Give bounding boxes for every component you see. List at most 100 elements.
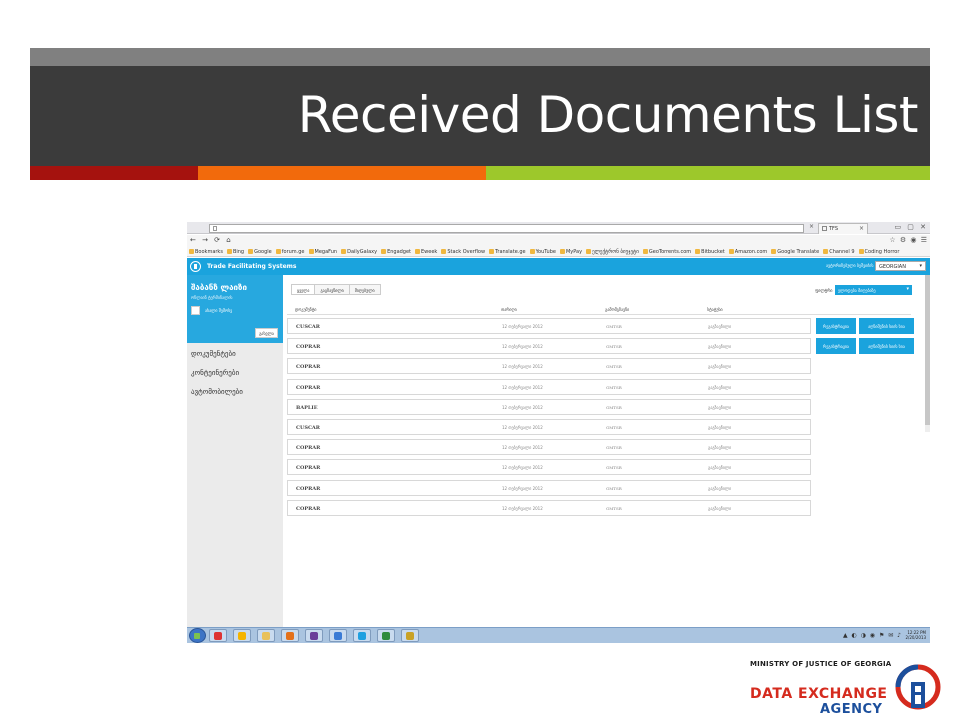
network-icon[interactable] [329, 629, 347, 642]
bookmark-item[interactable]: Google Translate [771, 249, 819, 255]
bookmarks-bar: Bookmarks Bing Google forum.ge MegaFun DailyG… [187, 247, 930, 257]
table-row: COPRAR 12 თებერვალი 2012 GMTSR გაგზავნილი რე… [287, 338, 914, 355]
document-sender: GMTSR [606, 465, 622, 471]
sidebar-item-containers[interactable]: კონტეინერები [191, 369, 243, 388]
bookmark-item[interactable]: Bitbucket [695, 249, 725, 255]
browser-tab[interactable]: TFS × [818, 223, 868, 234]
bookmark-icon [529, 249, 535, 254]
bookmark-item[interactable]: Engadget [381, 249, 411, 255]
window-controls[interactable]: ▭ ▢ ✕ [894, 223, 928, 231]
document-row[interactable]: COPRAR 12 თებერვალი 2012 GMTSR გაგზავნილი [287, 338, 811, 355]
document-list: CUSCAR 12 თებერვალი 2012 GMTSR გაგზავნილი რე… [287, 318, 914, 520]
bookmark-item[interactable]: forum.ge [275, 249, 305, 255]
powerpoint-icon[interactable] [281, 629, 299, 642]
bookmark-icon [415, 249, 421, 254]
register-button[interactable]: რეგისტრაცია [816, 338, 856, 355]
ministry-label: MINISTRY OF JUSTICE OF GEORGIA [750, 660, 892, 668]
notepad-icon[interactable] [401, 629, 419, 642]
document-row[interactable]: COPRAR 12 თებერვალი 2012 GMTSR გაგზავნილი [287, 479, 811, 496]
register-button[interactable]: რეგისტრაცია [816, 318, 856, 334]
main-content: ყველა გაგზავნილი მიღებული ფილტრი ელოდება… [283, 275, 930, 627]
bookmark-label: Bitbucket [701, 248, 725, 255]
column-header-date[interactable]: თარიღი [501, 307, 517, 312]
tab-favicon [822, 226, 827, 231]
system-tray[interactable]: ▲ ◐ ◑ ◉ ⚑ ✉ ♪ [843, 632, 902, 639]
taskbar-app-glyph [238, 632, 246, 640]
bookmark-item[interactable]: Amazon.com [728, 249, 767, 255]
language-select[interactable]: GEORGIAN ▾ [875, 261, 926, 271]
bookmark-item[interactable]: ელექტრონ ბიუჯეტი [586, 249, 639, 255]
extension-icons[interactable]: ☆ ⚙ ◉ ☰ [889, 236, 928, 244]
sidebar-item-documents[interactable]: დოკუმენტები [191, 350, 243, 369]
start-button[interactable] [189, 628, 206, 643]
document-type: CUSCAR [296, 424, 320, 431]
document-row[interactable]: COPRAR 12 თებერვალი 2012 GMTSR გაგზავნილი [287, 439, 811, 456]
reject-list-button[interactable]: აღნიშვნის სიის სია [859, 338, 914, 355]
column-header-document[interactable]: დოკუმენტი [295, 307, 316, 312]
document-status: გაგზავნილი [708, 505, 732, 511]
close-icon[interactable]: × [859, 225, 864, 232]
bookmark-item[interactable]: DailyGalaxy [341, 249, 377, 255]
document-row[interactable]: COPRAR 12 თებერვალი 2012 GMTSR გაგზავნილი [287, 459, 811, 476]
document-type: COPRAR [296, 465, 321, 472]
bookmark-icon [308, 249, 314, 254]
bookmark-item[interactable]: Bookmarks [189, 249, 223, 255]
bookmark-label: YouTube [535, 248, 556, 255]
windows-icon[interactable] [209, 629, 227, 642]
bookmark-icon [642, 249, 648, 254]
status-filter-label: ფილტრი [815, 288, 833, 293]
bookmark-item[interactable]: Coding Horror [858, 249, 899, 255]
tab-close-icon[interactable]: × [809, 223, 814, 230]
column-header-sender[interactable]: გამომგზავნი [605, 307, 629, 312]
bookmark-label: Google Translate [777, 248, 820, 255]
tab-all[interactable]: ყველა [291, 284, 316, 295]
document-row[interactable]: COPRAR 12 თებერვალი 2012 GMTSR გაგზავნილი [287, 358, 811, 375]
vertical-scrollbar[interactable] [925, 275, 930, 432]
document-row[interactable]: CUSCAR 12 თებერვალი 2012 GMTSR გაგზავნილი [287, 418, 811, 435]
bookmark-item[interactable]: MyPay [559, 249, 582, 255]
taskbar-app-glyph [382, 632, 390, 640]
table-row: CUSCAR 12 თებერვალი 2012 GMTSR გაგზავნილი [287, 418, 914, 435]
taskbar-app-glyph [358, 632, 366, 640]
document-date: 12 თებერვალი 2012 [502, 485, 543, 491]
explorer-icon[interactable] [257, 629, 275, 642]
document-row[interactable]: CUSCAR 12 თებერვალი 2012 GMTSR გაგზავნილი [287, 318, 811, 334]
table-row: COPRAR 12 თებერვალი 2012 GMTSR გაგზავნილი [287, 378, 914, 395]
navigation-buttons[interactable]: ← → ⟳ ⌂ [190, 236, 233, 244]
visual-studio-icon[interactable] [305, 629, 323, 642]
bookmark-item[interactable]: Stack Overflow [441, 249, 485, 255]
document-row[interactable]: BAPLIE 12 თებერვალი 2012 GMTSR გაგზავნილი [287, 398, 811, 415]
document-type: COPRAR [296, 445, 321, 452]
status-filter-select[interactable]: ელოდება მიღებაზე ▾ [835, 285, 912, 295]
bookmark-item[interactable]: YouTube [529, 248, 556, 255]
bookmark-item[interactable]: Channel 9 [823, 249, 855, 255]
profile-link[interactable]: ახალი შემოსვ [205, 308, 232, 313]
clock[interactable]: 12:22 PM 2/20/2013 [905, 630, 926, 640]
bookmark-item[interactable]: MegaFun [308, 249, 337, 255]
bookmark-icon [823, 249, 829, 254]
bookmark-item[interactable]: Bing [226, 249, 244, 255]
excel-icon[interactable] [377, 629, 395, 642]
tab-received[interactable]: მიღებული [348, 284, 381, 295]
document-status: გაგზავნილი [708, 364, 732, 370]
chrome-icon[interactable] [233, 629, 251, 642]
document-date: 12 თებერვალი 2012 [502, 445, 543, 451]
document-row[interactable]: COPRAR 12 თებერვალი 2012 GMTSR გაგზავნილი [287, 378, 811, 395]
bookmark-item[interactable]: GeoTorrents.com [642, 248, 692, 255]
address-bar[interactable] [209, 224, 804, 233]
bookmark-item[interactable]: Translate.ge [489, 249, 526, 255]
scrollbar-thumb[interactable] [925, 275, 930, 425]
document-date: 12 თებერვალი 2012 [502, 324, 543, 329]
bookmark-icon [248, 249, 254, 254]
bookmark-item[interactable]: Google [248, 249, 272, 255]
logout-button[interactable]: გასვლა [255, 328, 278, 338]
column-header-status[interactable]: სტატუსი [707, 307, 723, 312]
tab-sent[interactable]: გაგზავნილი [314, 284, 350, 295]
sidebar: შაბანზ ლაიზი ონლაინ ტერმინალის ახალი შემ… [187, 275, 283, 627]
sidebar-item-vehicles[interactable]: ავტომობილები [191, 388, 243, 407]
bookmark-item[interactable]: Eweek [415, 249, 437, 255]
reject-list-button[interactable]: აღნიშვნის სიის სია [859, 318, 914, 334]
bookmark-label: GeoTorrents.com [648, 248, 692, 255]
document-row[interactable]: COPRAR 12 თებერვალი 2012 GMTSR გაგზავნილი [287, 499, 811, 516]
skype-icon[interactable] [353, 629, 371, 642]
